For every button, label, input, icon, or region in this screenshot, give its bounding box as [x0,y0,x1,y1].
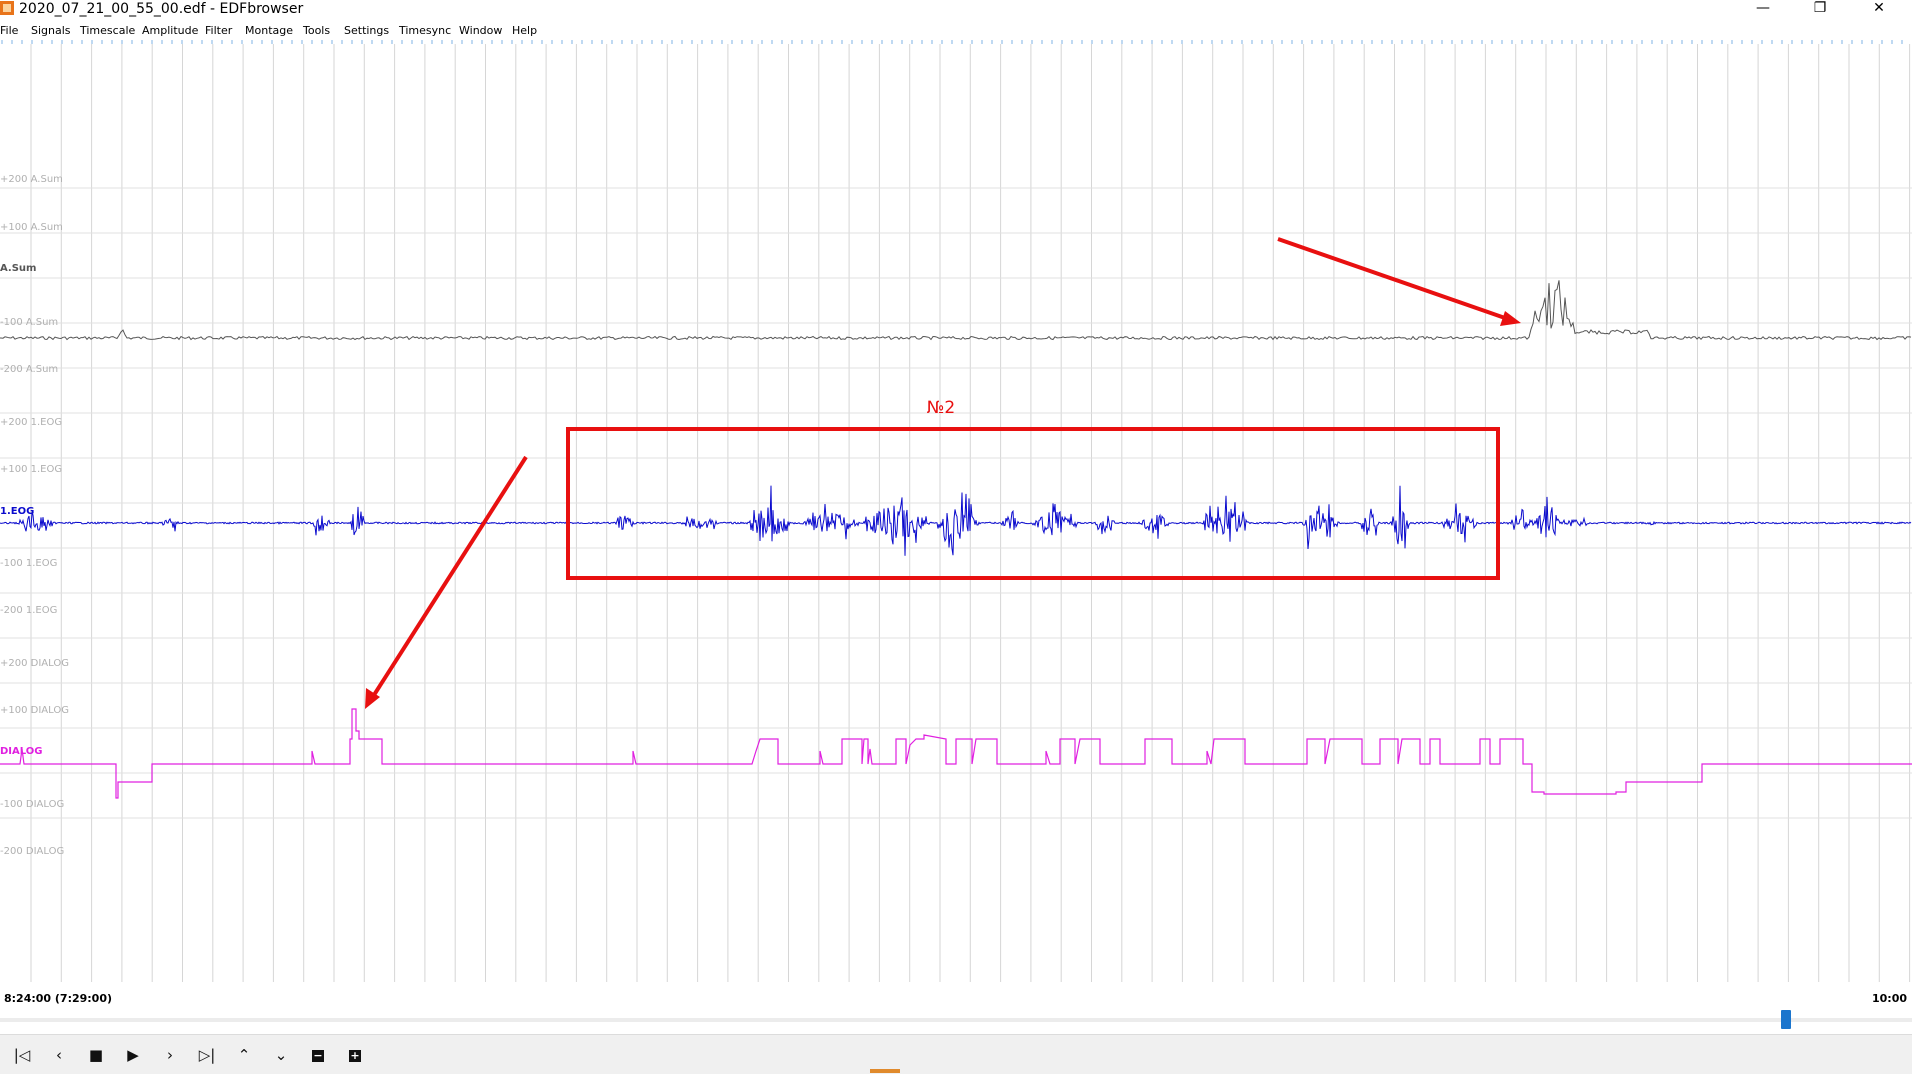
horizontal-scrollbar[interactable] [0,1006,1912,1034]
menu-help[interactable]: Help [512,22,537,40]
time-ticks [1,40,1903,44]
menu-signals[interactable]: Signals [31,22,71,40]
scrollbar-thumb[interactable] [1781,1010,1791,1029]
signal-canvas[interactable]: +200 A.Sum +100 A.Sum A.Sum -100 A.Sum -… [0,40,1912,1006]
asum-label-m200: -200 A.Sum [0,364,58,375]
skip-end-icon[interactable]: ▷| [194,1043,220,1067]
chevron-down-icon[interactable]: ⌄ [268,1043,294,1067]
stop-icon[interactable]: ■ [83,1043,109,1067]
menu-amplitude[interactable]: Amplitude [142,22,198,40]
signal-trace-eog [0,485,1912,556]
asum-label-m100: -100 A.Sum [0,317,58,328]
dialog-label-m100: -100 DIALOG [0,799,64,810]
signal-trace-dialog [0,708,1912,799]
zoom-in-icon: + [349,1048,361,1062]
navigation-toolbar: |◁ ‹ ■ ▶ › ▷| ⌃ ⌄ − + [0,1034,1912,1074]
skip-start-icon[interactable]: |◁ [9,1043,35,1067]
dialog-label-p200: +200 DIALOG [0,658,69,669]
asum-label-p100: +100 A.Sum [0,222,63,233]
menu-filter[interactable]: Filter [205,22,232,40]
asum-label-p200: +200 A.Sum [0,174,63,185]
menu-file[interactable]: File [0,22,18,40]
arrow-asum-head [1500,311,1521,326]
asum-label-name: A.Sum [0,263,36,274]
eog-label-name: 1.EOG [0,506,34,517]
zoom-out-button[interactable]: − [305,1043,331,1067]
dialog-label-p100: +100 DIALOG [0,705,69,716]
amplitude-labels: +200 A.Sum +100 A.Sum A.Sum -100 A.Sum -… [0,174,69,857]
chevron-left-icon[interactable]: ‹ [46,1043,72,1067]
eog-label-p100: +100 1.EOG [0,464,62,475]
arrow-dialog-line [372,455,528,697]
window-title: 2020_07_21_00_55_00.edf - EDFbrowser [19,1,304,17]
play-icon[interactable]: ▶ [120,1043,146,1067]
menu-montage[interactable]: Montage [245,22,293,40]
eog-label-p200: +200 1.EOG [0,417,62,428]
chevron-right-icon[interactable]: › [157,1043,183,1067]
highlight-box-label: №2 [927,398,956,418]
grid-horizontal [0,187,1912,819]
signal-trace-asum [0,280,1912,341]
eog-label-m200: -200 1.EOG [0,605,57,616]
app-icon [0,1,14,15]
dialog-label-m200: -200 DIALOG [0,846,64,857]
minimize-button[interactable]: — [1740,0,1786,18]
title-bar: 2020_07_21_00_55_00.edf - EDFbrowser — ❐… [0,0,1912,18]
menu-timesync[interactable]: Timesync [399,22,451,40]
taskbar-indicator [870,1069,900,1073]
menu-window[interactable]: Window [459,22,502,40]
timeline-end: 10:00 [1872,992,1907,1005]
restore-button[interactable]: ❐ [1797,0,1843,18]
eog-label-m100: -100 1.EOG [0,558,57,569]
scrollbar-track[interactable] [0,1018,1912,1022]
menu-tools[interactable]: Tools [303,22,330,40]
chevron-up-icon[interactable]: ⌃ [231,1043,257,1067]
close-button[interactable]: ✕ [1856,0,1902,18]
timeline-start: 8:24:00 (7:29:00) [4,992,112,1005]
menu-settings[interactable]: Settings [344,22,389,40]
zoom-in-button[interactable]: + [342,1043,368,1067]
zoom-out-icon: − [312,1048,324,1062]
menu-timescale[interactable]: Timescale [80,22,135,40]
